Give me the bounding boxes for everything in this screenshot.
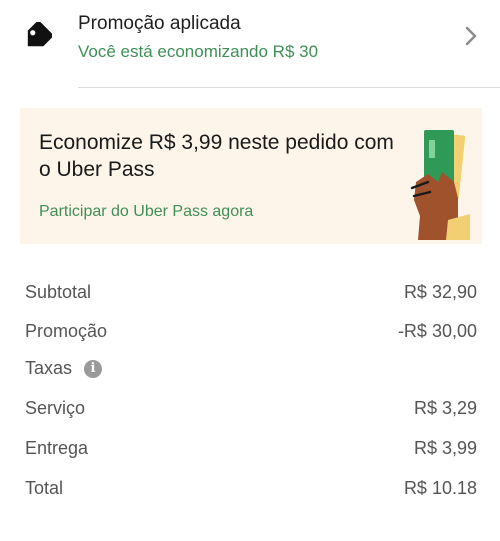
servico-value: R$ 3,29 [413,398,477,418]
chevron-right-icon [465,26,477,46]
info-icon[interactable]: i [84,360,102,378]
entrega-value: R$ 3,99 [413,438,477,458]
tag-icon [27,22,52,47]
total-value: R$ 10.18 [403,478,477,498]
hand-holding-ticket-illustration [410,130,470,240]
subtotal-row: Subtotal R$ 32,90 [25,282,477,310]
taxas-label: Taxas [25,358,73,378]
entrega-label: Entrega [25,438,89,458]
subtotal-value: R$ 32,90 [403,282,477,302]
join-uber-pass-link[interactable]: Participar do Uber Pass agora [39,203,253,221]
promo-savings-text: Você está economizando R$ 30 [78,42,319,61]
entrega-row: Entrega R$ 3,99 [25,438,477,466]
uber-pass-card: Economize R$ 3,99 neste pedido com o Ube… [20,108,482,244]
servico-row: Serviço R$ 3,29 [25,398,477,426]
promocao-value: -R$ 30,00 [397,321,477,341]
promo-applied-row[interactable]: Promoção aplicada Você está economizando… [0,0,500,88]
taxas-row: Taxas i [25,358,477,386]
promo-title: Promoção aplicada [78,13,241,34]
servico-label: Serviço [25,398,86,418]
total-label: Total [25,478,64,498]
total-row: Total R$ 10.18 [25,478,477,506]
uber-pass-title: Economize R$ 3,99 neste pedido com o Ube… [39,131,394,181]
divider [78,87,500,88]
promocao-row: Promoção -R$ 30,00 [25,321,477,349]
subtotal-label: Subtotal [25,282,92,302]
promocao-label: Promoção [25,321,108,341]
